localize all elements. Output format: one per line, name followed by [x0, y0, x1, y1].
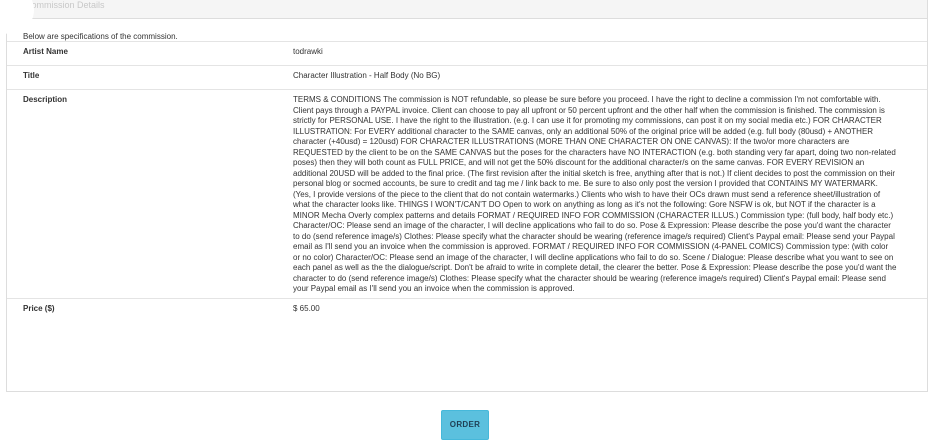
title-value: Character Illustration - Half Body (No B… [293, 71, 441, 80]
specs-table: Artist Name todrawki Title Character Ill… [7, 41, 927, 322]
order-button[interactable]: ORDER [441, 410, 489, 440]
artist-label: Artist Name [23, 47, 68, 56]
panel-heading: Commission Details [7, 0, 927, 19]
title-label: Title [23, 71, 40, 80]
price-label: Price ($) [23, 303, 55, 313]
description-label: Description [23, 95, 68, 104]
table-row-artist: Artist Name todrawki [7, 41, 927, 66]
order-area: ORDER [0, 410, 930, 440]
table-row-title: Title Character Illustration - Half Body… [7, 65, 927, 90]
artist-value: todrawki [293, 47, 323, 56]
intro-text: Below are specifications of the commissi… [23, 32, 178, 41]
price-value: $ 65.00 [293, 303, 320, 313]
description-value: TERMS & CONDITIONS The commission is NOT… [293, 95, 897, 293]
commission-panel: Commission Details Below are specificati… [6, 0, 928, 392]
table-row-price: Price ($) $ 65.00 [7, 298, 927, 322]
description-cell: TERMS & CONDITIONS The commission is NOT… [293, 90, 927, 299]
table-row-description: Description TERMS & CONDITIONS The commi… [7, 89, 927, 299]
